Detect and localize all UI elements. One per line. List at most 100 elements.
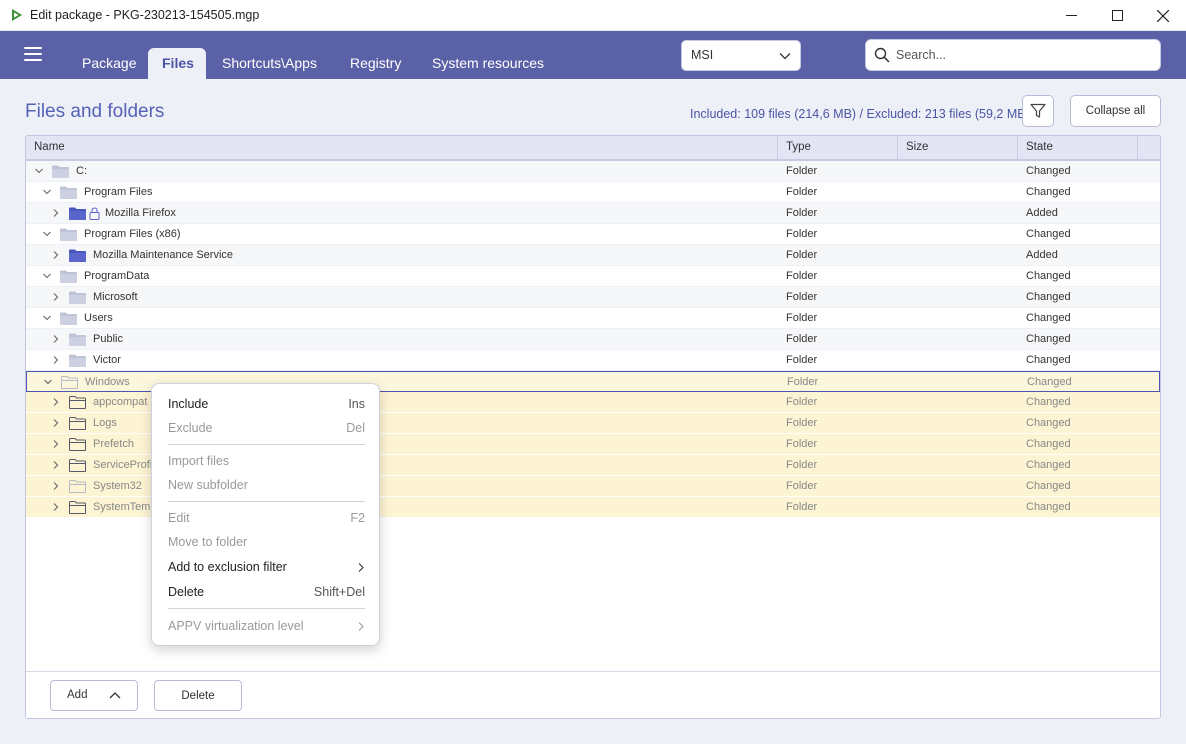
maximize-button[interactable] <box>1094 0 1140 31</box>
menu-item-edit[interactable]: Edit F2 <box>168 508 365 528</box>
folder-name: Microsoft <box>93 291 138 303</box>
menu-item-label: Edit <box>168 511 190 525</box>
type-cell: Folder <box>786 333 818 345</box>
tab-package[interactable]: Package <box>68 48 150 79</box>
table-row[interactable]: Victor Folder Changed <box>26 350 1160 371</box>
type-cell: Folder <box>786 480 818 492</box>
minimize-button[interactable] <box>1048 0 1094 31</box>
search-input[interactable] <box>896 46 1146 64</box>
menu-item-add-to-exclusion-filter[interactable]: Add to exclusion filter <box>168 557 365 577</box>
state-cell: Added <box>1026 249 1058 261</box>
type-cell: Folder <box>786 501 818 513</box>
search-box[interactable] <box>865 39 1161 71</box>
files-summary: Included: 109 files (214,6 MB) / Exclude… <box>690 107 1030 121</box>
tab-shortcuts-apps[interactable]: Shortcuts\Apps <box>208 48 331 79</box>
state-cell: Changed <box>1026 396 1071 408</box>
table-row[interactable]: ProgramData Folder Changed <box>26 266 1160 287</box>
table-row[interactable]: Public Folder Changed <box>26 329 1160 350</box>
menu-item-label: Include <box>168 397 209 411</box>
folder-name: C: <box>76 165 87 177</box>
folder-name: SystemTemp <box>93 501 157 513</box>
table-row[interactable]: Mozilla Firefox Folder Added <box>26 203 1160 224</box>
package-type-select[interactable]: MSI <box>681 40 801 71</box>
menu-item-shortcut: Ins <box>348 397 365 411</box>
filter-button[interactable] <box>1022 95 1054 127</box>
minimize-icon <box>1065 15 1077 16</box>
type-cell: Folder <box>786 438 818 450</box>
chevron-right-icon <box>358 622 364 631</box>
top-navigation: Package Files Shortcuts\Apps Registry Sy… <box>0 31 1186 79</box>
state-cell: Changed <box>1026 228 1071 240</box>
name-cell: C: <box>26 161 778 181</box>
app-logo-icon <box>12 9 22 21</box>
collapse-all-button[interactable]: Collapse all <box>1070 95 1161 127</box>
footer-divider <box>26 671 1160 672</box>
type-cell: Folder <box>787 376 819 388</box>
name-cell: Windows <box>27 372 779 392</box>
name-cell: appcompat <box>26 392 778 412</box>
name-cell: Public <box>26 329 778 349</box>
menu-item-label: Add to exclusion filter <box>168 560 287 574</box>
folder-name: appcompat <box>93 396 148 408</box>
folder-name: Logs <box>93 417 117 429</box>
table-row[interactable]: C: Folder Changed <box>26 161 1160 182</box>
folder-name: Mozilla Maintenance Service <box>93 249 234 261</box>
type-cell: Folder <box>786 417 818 429</box>
close-button[interactable] <box>1140 0 1186 31</box>
menu-item-import-files[interactable]: Import files <box>168 451 365 471</box>
table-row[interactable]: Users Folder Changed <box>26 308 1160 329</box>
menu-item-move-to-folder[interactable]: Move to folder <box>168 532 365 552</box>
state-cell: Changed <box>1026 501 1071 513</box>
column-header-size[interactable]: Size <box>898 136 1018 159</box>
menu-separator <box>168 608 365 609</box>
type-cell: Folder <box>786 207 818 219</box>
menu-item-label: Move to folder <box>168 535 248 549</box>
delete-button[interactable]: Delete <box>154 680 242 711</box>
table-row[interactable]: Program Files (x86) Folder Changed <box>26 224 1160 245</box>
menu-item-appv-virtualization-level[interactable]: APPV virtualization level <box>168 616 365 636</box>
state-cell: Added <box>1026 207 1058 219</box>
column-header-state[interactable]: State <box>1018 136 1138 159</box>
tab-registry[interactable]: Registry <box>336 48 415 79</box>
state-cell: Changed <box>1026 291 1071 303</box>
type-cell: Folder <box>786 165 818 177</box>
folder-name: Victor <box>93 354 121 366</box>
name-cell: Mozilla Firefox <box>26 203 778 223</box>
menu-item-exclude[interactable]: Exclude Del <box>168 418 365 438</box>
name-cell: Program Files (x86) <box>26 224 778 244</box>
chevron-up-icon <box>109 692 121 699</box>
menu-item-label: Import files <box>168 454 230 468</box>
table-row[interactable]: Microsoft Folder Changed <box>26 287 1160 308</box>
tab-system-resources[interactable]: System resources <box>418 48 558 79</box>
name-cell: Prefetch <box>26 434 778 454</box>
menu-item-delete[interactable]: Delete Shift+Del <box>168 582 365 602</box>
state-cell: Changed <box>1026 165 1071 177</box>
filter-icon <box>1030 103 1046 118</box>
name-cell: Microsoft <box>26 287 778 307</box>
state-cell: Changed <box>1026 354 1071 366</box>
state-cell: Changed <box>1026 459 1071 471</box>
folder-name: Program Files (x86) <box>84 228 181 240</box>
chevron-down-icon <box>779 53 791 60</box>
type-cell: Folder <box>786 186 818 198</box>
menu-item-include[interactable]: Include Ins <box>168 394 365 414</box>
add-button[interactable]: Add <box>50 680 138 711</box>
type-cell: Folder <box>786 459 818 471</box>
state-cell: Changed <box>1026 417 1071 429</box>
tab-files[interactable]: Files <box>148 48 206 79</box>
menu-item-new-subfolder[interactable]: New subfolder <box>168 475 365 495</box>
name-cell: ServiceProfi <box>26 455 778 475</box>
column-header-name[interactable]: Name <box>26 136 778 159</box>
folder-name: Program Files <box>84 186 153 198</box>
folder-name: Prefetch <box>93 438 134 450</box>
search-icon <box>874 47 890 63</box>
chevron-right-icon <box>358 563 364 572</box>
folder-name: ProgramData <box>84 270 150 282</box>
column-header-type[interactable]: Type <box>778 136 898 159</box>
table-row[interactable]: Mozilla Maintenance Service Folder Added <box>26 245 1160 266</box>
table-header: Name Type Size State <box>26 136 1160 161</box>
table-row[interactable]: Program Files Folder Changed <box>26 182 1160 203</box>
package-type-value: MSI <box>691 48 714 62</box>
hamburger-menu-icon[interactable] <box>24 47 42 61</box>
page-title: Files and folders <box>25 101 165 122</box>
